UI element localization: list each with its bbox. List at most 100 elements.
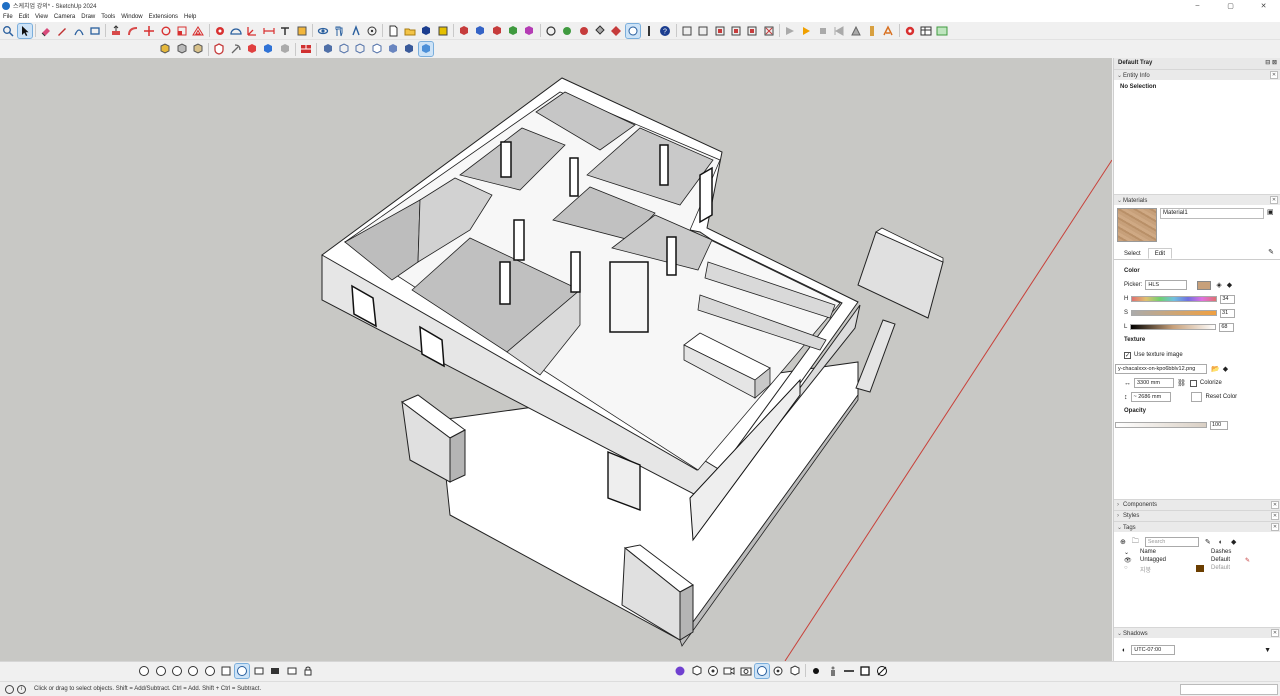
solid-split-icon[interactable] [522,24,536,38]
style-builder-icon[interactable] [935,24,949,38]
tag-row[interactable]: ○ 지붕 Default [1124,565,1280,574]
menu-view[interactable]: View [35,14,48,20]
style-hiddenline-icon[interactable] [370,42,384,56]
texture-width-field[interactable]: 3300 mm [1134,378,1174,388]
scenes-icon[interactable] [137,664,151,678]
open-file-icon[interactable] [403,24,417,38]
select-arrow-icon[interactable] [16,22,33,39]
lock-icon[interactable] [301,664,315,678]
tag-tool-icon[interactable]: ✎ [1205,538,1211,546]
tab-edit[interactable]: Edit [1147,248,1173,259]
axes-icon[interactable] [245,24,259,38]
use-texture-checkbox[interactable]: ✓ [1124,351,1131,359]
menu-camera[interactable]: Camera [54,14,75,20]
sketchy-icon[interactable] [154,664,168,678]
shield-icon[interactable] [212,42,226,56]
offset-icon[interactable] [191,24,205,38]
shadow-toggle-icon[interactable]: ◐ [1122,647,1126,654]
square-icon[interactable] [858,664,872,678]
pencil-icon[interactable] [55,24,69,38]
close-icon[interactable]: ✕ [1270,196,1278,204]
match-color-icon[interactable]: ◈ [1216,281,1221,289]
settings-gear-icon[interactable] [771,664,785,678]
camera-zoom-icon[interactable] [203,664,217,678]
texture-file-field[interactable]: y-chacalxxx-on-kpo6bblv12.png [1115,364,1207,374]
match-screen-icon[interactable]: ◆ [1227,281,1232,289]
dot-icon[interactable] [809,664,823,678]
help-icon[interactable]: ? [658,24,672,38]
settings-gear-icon[interactable] [903,24,917,38]
style-textured-icon[interactable] [402,42,416,56]
group-icon[interactable] [436,24,450,38]
eye-icon[interactable]: ○ [1124,565,1140,573]
animation-play-icon[interactable] [799,24,813,38]
edit-texture-icon[interactable]: ◆ [1223,365,1228,373]
close-icon[interactable]: ✕ [1271,523,1279,531]
box-icon[interactable] [788,664,802,678]
view-iso-icon[interactable] [680,24,694,38]
info-icon[interactable]: i [17,684,26,694]
animation-back-icon[interactable] [832,24,846,38]
style-shaded-icon[interactable] [386,42,400,56]
components-header[interactable]: › Components ✕ [1114,499,1280,510]
opacity-value[interactable]: 100 [1210,420,1228,430]
eye-icon[interactable]: 👁 [1124,557,1140,565]
sandbox-icon[interactable] [544,24,558,38]
camera-pan-icon[interactable] [186,664,200,678]
person-icon[interactable] [826,664,840,678]
photo-icon[interactable] [739,664,753,678]
view-left-icon[interactable] [762,24,776,38]
close-icon[interactable]: ✕ [1271,501,1279,509]
view-right-icon[interactable] [729,24,743,38]
walk-icon[interactable] [349,24,363,38]
pan-icon[interactable] [332,24,346,38]
menu-file[interactable]: File [3,14,13,20]
add-location-icon[interactable] [560,24,574,38]
shadows-header[interactable]: ⌄Shadows ✕ [1114,627,1280,638]
animation-prev-icon[interactable] [783,24,797,38]
materials-header[interactable]: ⌄Materials ✕ [1114,194,1280,205]
rectangle-icon[interactable] [88,24,102,38]
style-xray-cube-icon[interactable] [321,42,335,56]
opacity-slider[interactable] [1115,422,1207,428]
tray-pin-icon[interactable]: ⊟ ⊠ [1265,59,1277,66]
solid-cube-blue-icon[interactable] [261,42,275,56]
tag-row[interactable]: 👁 Untagged Default ✎ [1124,557,1280,565]
cube-view-icon[interactable] [690,664,704,678]
menu-help[interactable]: Help [184,14,196,20]
solid-shell-icon[interactable] [245,42,259,56]
target-icon[interactable] [754,663,771,679]
orbit-icon[interactable] [316,24,330,38]
style-monochrome-icon[interactable] [417,41,434,57]
arc-icon[interactable] [72,24,86,38]
paint-bucket-icon[interactable] [593,24,607,38]
line-icon[interactable] [842,664,856,678]
animation-stop-icon[interactable] [816,24,830,38]
section-plane-icon[interactable] [295,24,309,38]
texture-height-field[interactable]: ~ 2686 mm [1130,392,1171,402]
dimension-icon[interactable] [262,24,276,38]
camera-icon[interactable] [673,664,687,678]
l-slider[interactable] [1130,324,1217,330]
face-style-xray-icon[interactable] [158,42,172,56]
solid-subtract-icon[interactable] [473,24,487,38]
hide-icon[interactable] [875,664,889,678]
rotate-icon[interactable] [159,24,173,38]
s-slider[interactable] [1131,310,1218,316]
entity-info-header[interactable]: ⌄Entity Info ✕ [1114,69,1280,80]
face-style-wireframe-icon[interactable] [175,42,189,56]
perspective-icon[interactable] [234,663,251,679]
reset-color-swatch[interactable] [1190,392,1202,402]
menu-tools[interactable]: Tools [101,14,115,20]
h-value[interactable]: 34 [1220,294,1236,304]
follow-me-icon[interactable] [126,24,140,38]
layout-icon[interactable] [919,24,933,38]
zoom-icon[interactable] [1,24,15,38]
solid-trim-icon[interactable] [506,24,520,38]
material-name-field[interactable]: Material1 [1160,208,1264,219]
push-pull-icon[interactable] [109,24,123,38]
record-icon[interactable] [706,664,720,678]
tags-search-input[interactable]: Search [1144,537,1199,547]
solid-union-icon[interactable] [457,24,471,38]
tags-header[interactable]: ⌄Tags ✕ [1114,521,1280,532]
